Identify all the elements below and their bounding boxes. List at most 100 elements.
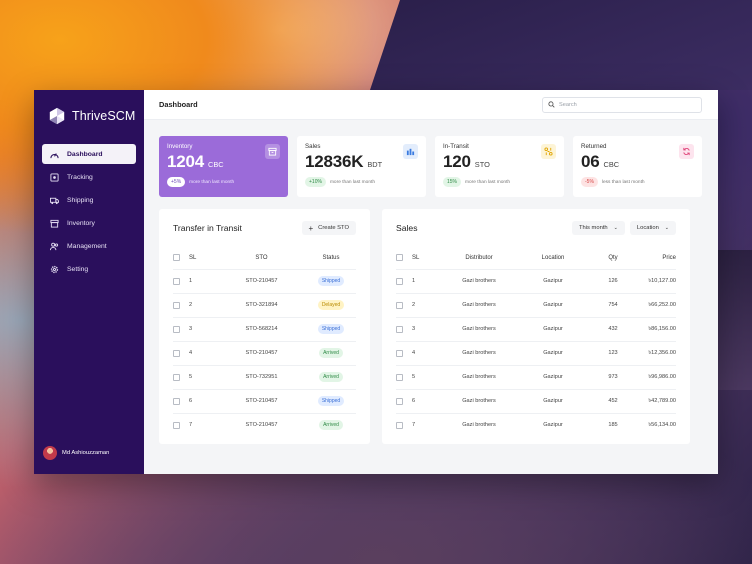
row-checkbox[interactable] <box>173 373 180 381</box>
row-sl: 6 <box>410 388 440 413</box>
inventory-icon <box>50 219 59 228</box>
table-row[interactable]: 5 STO-732951 Arrived <box>173 364 356 389</box>
location-filter-dropdown[interactable]: Location ⌄ <box>629 221 676 235</box>
status-badge: Shipped <box>317 276 345 286</box>
row-sl: 7 <box>410 412 440 437</box>
row-qty: 973 <box>588 364 638 389</box>
change-note: more than last month <box>329 179 375 185</box>
panels-row: Transfer in Transit + Create STO SL STO … <box>144 197 718 444</box>
change-note: more than last month <box>465 179 511 185</box>
chevron-down-icon: ⌄ <box>664 225 669 231</box>
row-checkbox[interactable] <box>173 349 180 357</box>
row-sl: 2 <box>410 292 440 317</box>
row-checkbox[interactable] <box>396 421 403 429</box>
table-row[interactable]: 7 STO-210457 Arrived <box>173 412 356 437</box>
row-qty: 432 <box>588 316 638 341</box>
table-row[interactable]: 1 Gazi brothers Gazipur 126 ৳10,127.00 <box>396 268 676 293</box>
row-checkbox[interactable] <box>396 349 403 357</box>
status-badge: Shipped <box>317 324 345 334</box>
row-location: Gazipur <box>518 412 588 437</box>
table-row[interactable]: 4 STO-210457 Arrived <box>173 340 356 365</box>
sidebar-item-shipping[interactable]: Shipping <box>42 190 136 210</box>
stat-unit: CBC <box>208 160 224 169</box>
row-checkbox[interactable] <box>396 325 403 333</box>
row-sl: 6 <box>187 388 217 413</box>
sidebar-item-management[interactable]: Management <box>42 236 136 256</box>
sidebar-item-setting[interactable]: Setting <box>42 259 136 279</box>
table-row[interactable]: 4 Gazi brothers Gazipur 123 ৳12,356.00 <box>396 340 676 365</box>
row-location: Gazipur <box>518 364 588 389</box>
row-checkbox[interactable] <box>396 397 403 405</box>
row-distributor: Gazi brothers <box>440 364 518 389</box>
sidebar-item-tracking[interactable]: Tracking <box>42 167 136 187</box>
row-sto: STO-732951 <box>217 364 306 389</box>
stat-card-sales[interactable]: Sales 12836K BDT +10% more than last month <box>297 136 426 197</box>
change-badge: +10% <box>305 177 326 187</box>
brand-name: ThriveSCM <box>72 109 136 123</box>
row-sto: STO-210457 <box>217 268 306 293</box>
status-badge: Shipped <box>317 396 345 406</box>
month-filter-label: This month <box>578 225 608 231</box>
row-checkbox[interactable] <box>173 397 180 405</box>
search-box[interactable] <box>542 96 702 113</box>
stat-card-inventory[interactable]: Inventory 1204 CBC +5% more than last month <box>159 136 288 197</box>
row-sl: 4 <box>187 340 217 365</box>
row-sl: 4 <box>410 340 440 365</box>
row-checkbox[interactable] <box>396 277 403 285</box>
sidebar-item-dashboard[interactable]: Dashboard <box>42 144 136 164</box>
search-icon <box>548 101 555 108</box>
table-row[interactable]: 2 Gazi brothers Gazipur 754 ৳66,252.00 <box>396 292 676 317</box>
column-header: Distributor <box>465 254 493 261</box>
row-checkbox[interactable] <box>396 301 403 309</box>
change-badge: -5% <box>581 177 598 187</box>
location-filter-label: Location <box>636 225 659 231</box>
dashboard-icon <box>50 150 59 159</box>
stat-value: 120 <box>443 152 471 171</box>
row-sl: 1 <box>187 268 217 293</box>
stat-value: 1204 <box>167 152 205 171</box>
brand-logo[interactable]: ThriveSCM <box>34 104 144 128</box>
stat-card-returned[interactable]: Returned 06 CBC -5% less than last month <box>573 136 702 197</box>
row-checkbox[interactable] <box>173 301 180 309</box>
row-location: Gazipur <box>518 340 588 365</box>
row-checkbox[interactable] <box>173 325 180 333</box>
row-distributor: Gazi brothers <box>440 340 518 365</box>
table-row[interactable]: 3 Gazi brothers Gazipur 432 ৳86,156.00 <box>396 316 676 341</box>
background-shape <box>370 0 752 90</box>
row-sl: 3 <box>187 316 217 341</box>
create-sto-button[interactable]: + Create STO <box>301 221 356 235</box>
table-row[interactable]: 6 STO-210457 Shipped <box>173 388 356 413</box>
logo-icon <box>49 107 65 125</box>
search-input[interactable] <box>559 101 689 108</box>
column-header: Price <box>662 254 676 261</box>
refresh-icon <box>679 144 694 159</box>
row-sto: STO-321894 <box>217 292 306 317</box>
row-location: Gazipur <box>518 292 588 317</box>
table-row[interactable]: 6 Gazi brothers Gazipur 452 ৳42,789.00 <box>396 388 676 413</box>
avatar <box>43 446 57 460</box>
user-profile[interactable]: Md Ashiouzzaman <box>43 446 109 460</box>
chevron-down-icon: ⌄ <box>613 225 618 231</box>
row-sto: STO-210457 <box>217 412 306 437</box>
table-row[interactable]: 7 Gazi brothers Gazipur 185 ৳56,134.00 <box>396 412 676 437</box>
transfer-title: Transfer in Transit <box>173 223 242 233</box>
select-all-checkbox[interactable] <box>173 254 180 262</box>
stat-card-in-transit[interactable]: In-Transit 120 STO 15% more than last month <box>435 136 564 197</box>
table-row[interactable]: 5 Gazi brothers Gazipur 973 ৳96,986.00 <box>396 364 676 389</box>
row-checkbox[interactable] <box>173 277 180 285</box>
column-header: SL <box>412 254 420 261</box>
select-all-checkbox[interactable] <box>396 254 403 262</box>
row-checkbox[interactable] <box>396 373 403 381</box>
table-row[interactable]: 2 STO-321894 Delayed <box>173 292 356 317</box>
row-checkbox[interactable] <box>173 421 180 429</box>
sidebar-item-inventory[interactable]: Inventory <box>42 213 136 233</box>
user-name: Md Ashiouzzaman <box>62 450 110 456</box>
box-icon <box>265 144 280 159</box>
page-title: Dashboard <box>159 100 198 109</box>
table-row[interactable]: 3 STO-568214 Shipped <box>173 316 356 341</box>
month-filter-dropdown[interactable]: This month ⌄ <box>571 221 625 235</box>
row-price: ৳42,789.00 <box>638 388 676 413</box>
row-distributor: Gazi brothers <box>440 268 518 293</box>
stat-unit: STO <box>474 160 490 169</box>
table-row[interactable]: 1 STO-210457 Shipped <box>173 268 356 293</box>
